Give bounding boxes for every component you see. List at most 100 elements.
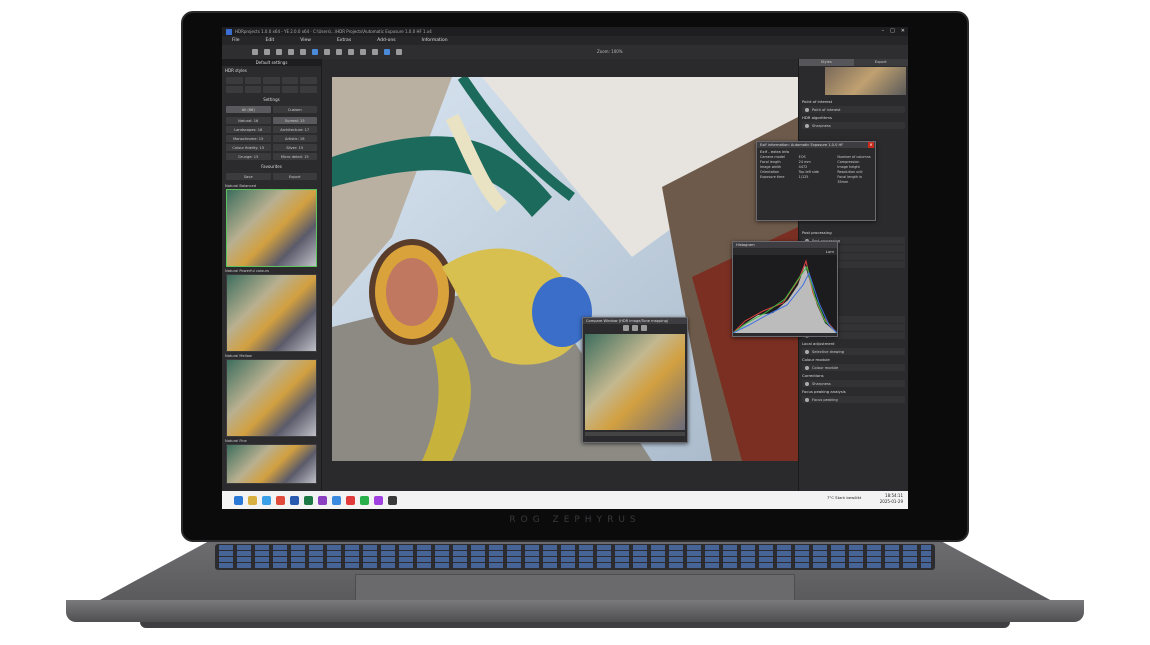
save-button[interactable]: Save — [226, 173, 271, 180]
tab-styles[interactable]: Styles — [799, 59, 854, 66]
favourites-label[interactable]: Favourites — [222, 162, 321, 171]
rotate-icon[interactable] — [348, 49, 354, 55]
export-button[interactable]: Export — [272, 173, 317, 180]
opera-icon[interactable] — [346, 495, 355, 505]
tab-custom[interactable]: Custom — [272, 106, 317, 113]
chrome-icon[interactable] — [276, 495, 285, 505]
word-icon[interactable] — [290, 495, 299, 505]
zoom-readout: Zoom: 100% — [597, 49, 623, 54]
copy-icon[interactable] — [288, 49, 294, 55]
compare-slider[interactable] — [585, 432, 685, 436]
messenger-icon[interactable] — [374, 495, 383, 505]
category-button[interactable]: Architecture: 17 — [272, 126, 317, 133]
style-thumbnail[interactable] — [226, 274, 317, 352]
mail-icon[interactable] — [332, 495, 341, 505]
side-by-side-icon[interactable] — [632, 325, 638, 331]
category-button[interactable]: Artistic: 16 — [272, 135, 317, 142]
print-icon[interactable] — [324, 49, 330, 55]
menu-file[interactable]: File — [232, 38, 240, 43]
new-icon[interactable] — [252, 49, 258, 55]
option-row[interactable]: Colour module — [802, 364, 905, 371]
thumb-label: Natural Mellow — [225, 354, 252, 358]
weather-widget[interactable]: 7°C Stark bewölkt — [827, 495, 861, 500]
maximize-icon[interactable]: □ — [890, 28, 895, 34]
laptop-base — [66, 600, 1084, 622]
style-preset[interactable] — [300, 86, 317, 93]
histogram-scale[interactable]: Lum — [733, 248, 837, 255]
compare-icon[interactable] — [384, 49, 390, 55]
style-thumbnail[interactable] — [226, 189, 317, 267]
tab-export[interactable]: Export — [853, 59, 908, 66]
redo-icon[interactable] — [372, 49, 378, 55]
style-preset[interactable] — [281, 77, 299, 84]
menu-information[interactable]: Information — [422, 38, 448, 43]
swap-icon[interactable] — [641, 325, 647, 331]
close-icon[interactable]: ✕ — [901, 28, 905, 34]
start-icon[interactable] — [234, 495, 243, 505]
batch-icon[interactable] — [312, 49, 318, 55]
style-preset[interactable] — [226, 86, 243, 93]
option-label: Point of interest — [812, 107, 841, 112]
edge-icon[interactable] — [262, 495, 271, 505]
style-preset[interactable] — [244, 77, 262, 84]
option-row[interactable]: Selective drawing — [802, 348, 905, 355]
category-button[interactable]: Silver: 15 — [272, 144, 317, 151]
menu-addons[interactable]: Add-ons — [377, 38, 395, 43]
close-icon[interactable]: ✕ — [868, 142, 874, 148]
hdr-projects-icon[interactable] — [388, 495, 397, 505]
option-row[interactable]: Point of interest — [802, 106, 905, 113]
style-preset[interactable] — [263, 77, 280, 84]
teams-icon[interactable] — [318, 495, 327, 505]
system-clock[interactable]: 18:54:11 2025-01-29 — [880, 493, 903, 505]
laptop-foot — [140, 622, 1010, 628]
whatsapp-icon[interactable] — [360, 495, 369, 505]
help-icon[interactable] — [396, 49, 402, 55]
category-button[interactable]: Micro detail: 15 — [272, 153, 317, 160]
option-row[interactable]: Sharpness — [802, 122, 905, 129]
sharpness-icon — [805, 123, 809, 128]
style-thumbnail[interactable] — [226, 359, 317, 437]
settings-label[interactable]: Settings — [222, 95, 321, 104]
left-panel: Default settings HDR styles Settings All… — [222, 59, 322, 491]
menu-view[interactable]: View — [300, 38, 311, 43]
histogram-window[interactable]: Histogram Lum — [732, 241, 838, 337]
paste-icon[interactable] — [300, 49, 306, 55]
tab-all[interactable]: All (68) — [226, 106, 271, 113]
category-button[interactable]: Natural: 16 — [226, 117, 271, 124]
option-label: Sharpness — [812, 381, 831, 386]
thumb-label: Natural Fine — [225, 439, 247, 443]
compare-preview[interactable] — [585, 334, 685, 430]
split-icon[interactable] — [623, 325, 629, 331]
category-button[interactable]: Landscapes: 16 — [226, 126, 271, 133]
exif-tab[interactable]: Exif - extra info — [757, 148, 875, 155]
category-button[interactable]: Surreal: 15 — [272, 117, 317, 124]
menu-extras[interactable]: Extras — [337, 38, 351, 43]
open-icon[interactable] — [264, 49, 270, 55]
save-icon[interactable] — [276, 49, 282, 55]
excel-icon[interactable] — [304, 495, 313, 505]
minimize-icon[interactable]: – — [882, 28, 885, 34]
style-preset-grid — [222, 75, 321, 95]
crop-icon[interactable] — [336, 49, 342, 55]
style-preset[interactable] — [263, 86, 280, 93]
file-explorer-icon[interactable] — [248, 495, 257, 505]
category-button[interactable]: Colour fidelity: 15 — [226, 144, 271, 151]
category-button[interactable]: Monochrome: 15 — [226, 135, 271, 142]
navigator-thumbnail[interactable] — [825, 67, 906, 95]
option-row[interactable]: Focus peaking — [802, 396, 905, 403]
compare-window[interactable]: Compare Window (HDR image/Tone mapping) — [582, 317, 688, 443]
style-preset[interactable] — [226, 77, 243, 84]
menu-edit[interactable]: Edit — [266, 38, 275, 43]
exif-window[interactable]: Exif information: Automatic Exposure 1.0… — [756, 141, 876, 221]
undo-icon[interactable] — [360, 49, 366, 55]
category-button[interactable]: Grunge: 15 — [226, 153, 271, 160]
option-label: Selective drawing — [812, 349, 845, 354]
style-thumbnail[interactable] — [226, 444, 317, 484]
keyboard — [215, 544, 935, 570]
style-preset[interactable] — [300, 77, 317, 84]
option-row[interactable]: Sharpness — [802, 380, 905, 387]
app-screen: HDRprojects 1.0.0 x64 - YE 2.0.0 x64 · C… — [222, 27, 908, 509]
image-canvas[interactable] — [332, 77, 798, 461]
style-preset[interactable] — [281, 86, 299, 93]
style-preset[interactable] — [244, 86, 262, 93]
